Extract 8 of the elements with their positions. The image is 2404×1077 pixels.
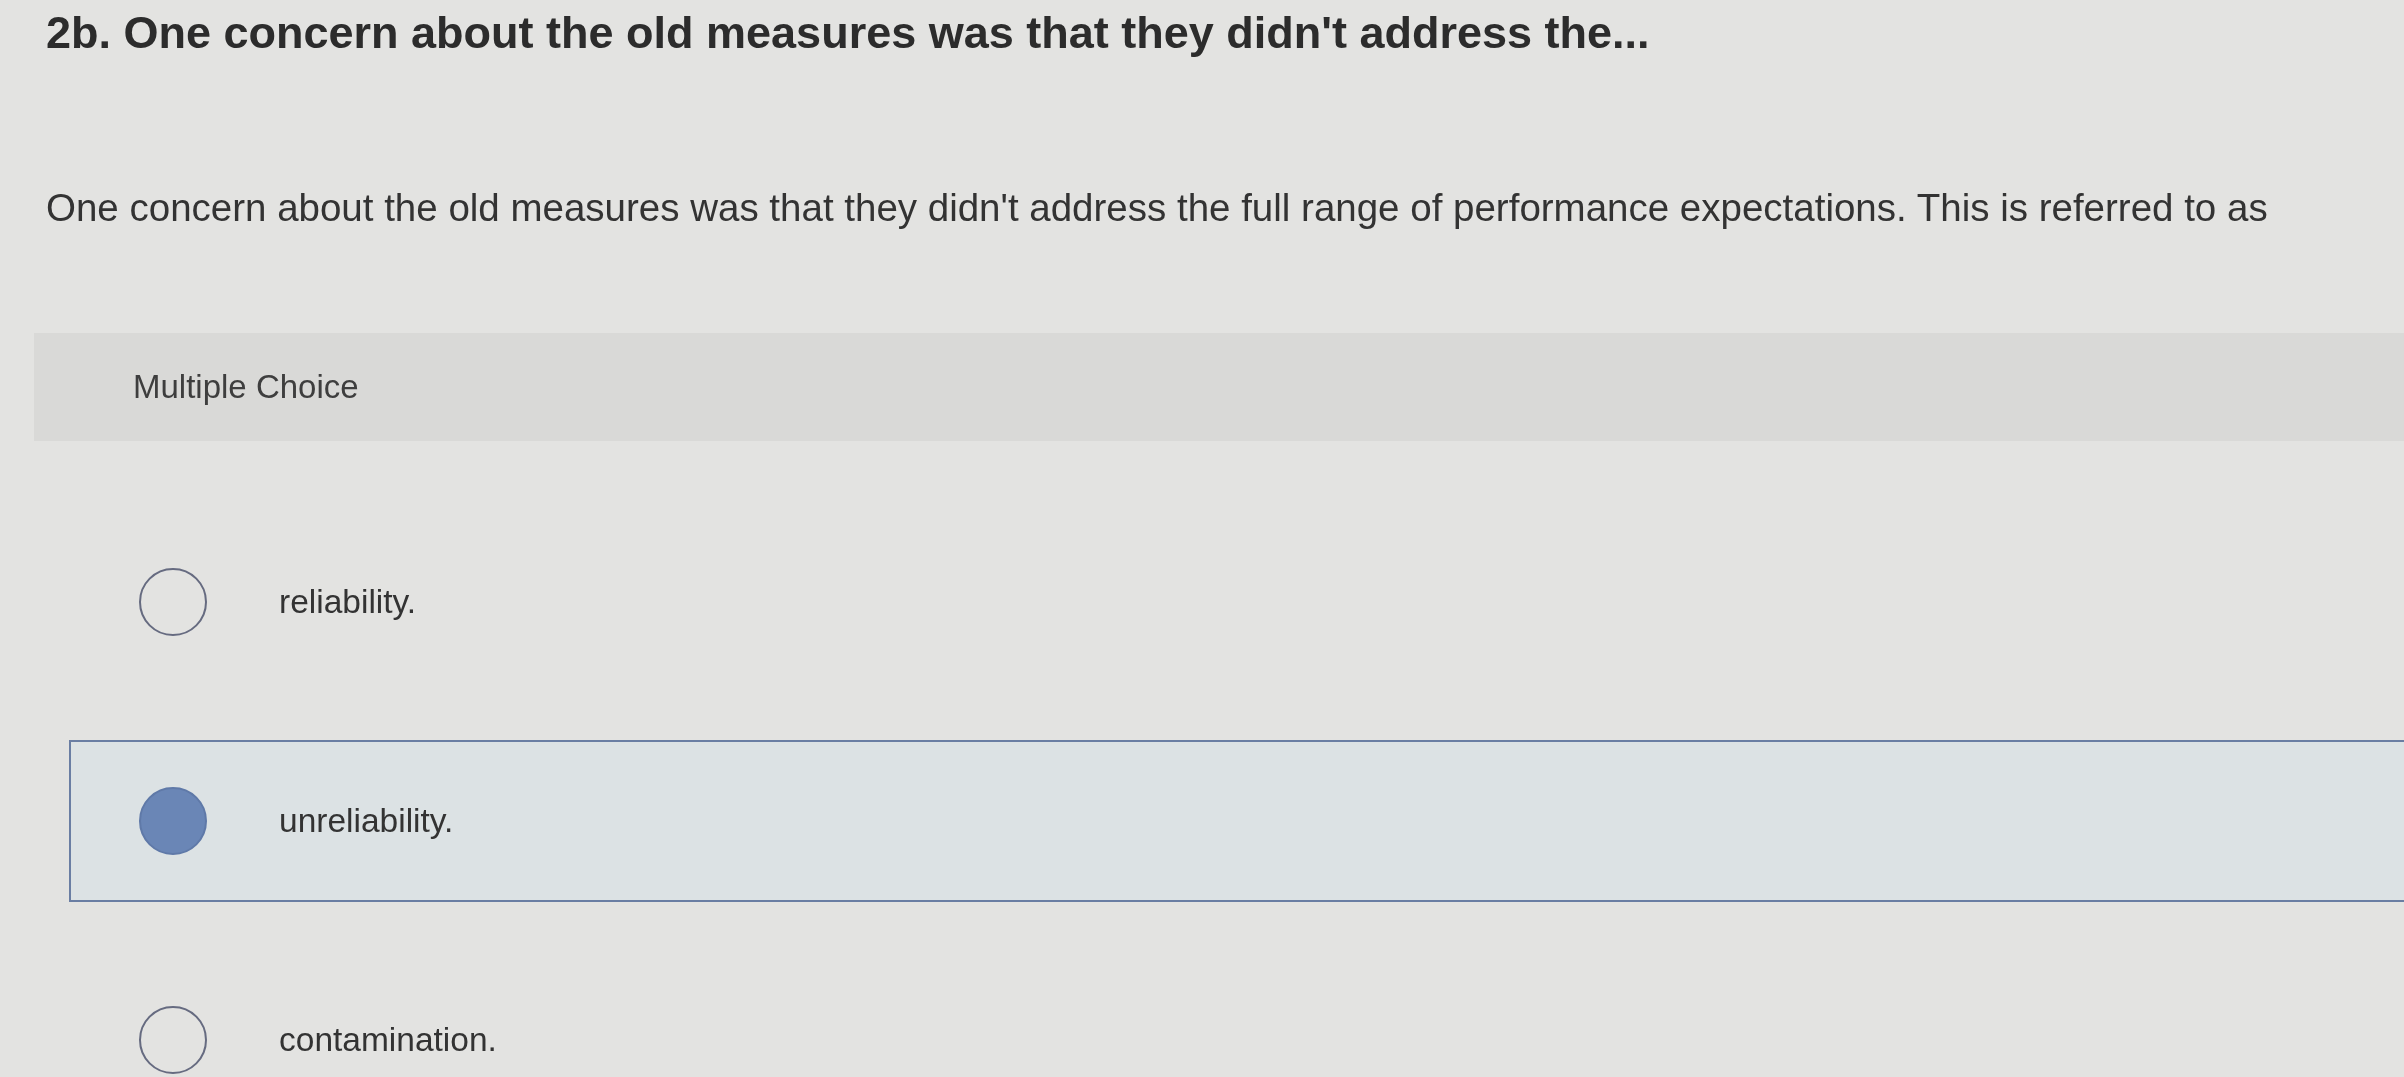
question-text: One concern about the old measures was that they didn't address the full range of performance expectations. This is referred to as	[46, 185, 2268, 231]
question-type-label: Multiple Choice	[133, 367, 359, 407]
question-title: 2b. One concern about the old measures was that they didn't address the...	[46, 8, 1650, 58]
radio-button[interactable]	[139, 568, 207, 636]
radio-button[interactable]	[139, 1006, 207, 1074]
answer-option[interactable]: reliability.	[69, 568, 2404, 636]
answer-option[interactable]: unreliability.	[69, 740, 2404, 902]
answer-option[interactable]: contamination.	[69, 1006, 2404, 1074]
